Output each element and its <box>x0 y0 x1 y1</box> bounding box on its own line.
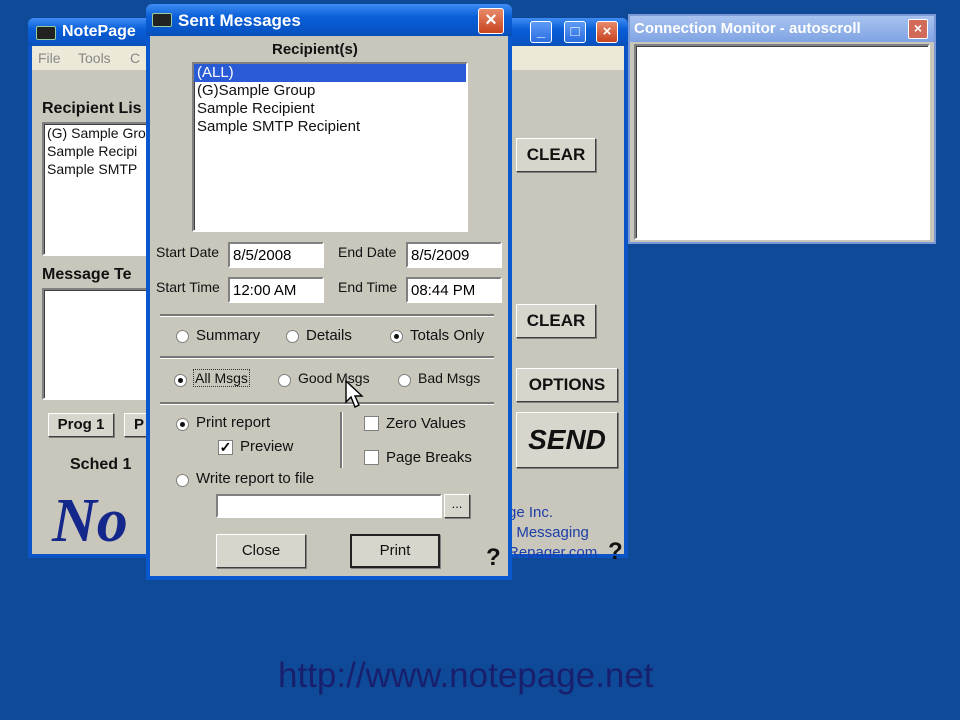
end-time-field[interactable]: 08:44 PM <box>406 277 502 303</box>
bad-msgs-label[interactable]: Bad Msgs <box>418 370 480 386</box>
print-button[interactable]: Print <box>350 534 440 568</box>
sent-messages-dialog: Sent Messages × Recipient(s) (ALL) (G)Sa… <box>146 4 512 580</box>
menu-tools[interactable]: Tools <box>78 50 111 66</box>
all-msgs-label[interactable]: All Msgs <box>193 369 250 387</box>
recipients-label: Recipient(s) <box>272 41 358 58</box>
preview-checkbox[interactable]: ✓ <box>218 440 233 455</box>
app-icon <box>36 26 56 40</box>
sched-label: Sched 1 <box>70 456 132 473</box>
end-date-label: End Date <box>338 244 397 260</box>
list-item[interactable]: Sample SMTP <box>44 160 154 178</box>
notepage-logo: No <box>52 487 128 555</box>
start-date-label: Start Date <box>156 244 220 260</box>
page-breaks-label[interactable]: Page Breaks <box>386 449 472 466</box>
summary-radio[interactable] <box>176 330 189 343</box>
print-report-label[interactable]: Print report <box>196 414 270 431</box>
list-item[interactable]: (G) Sample Gro <box>44 124 154 142</box>
zero-values-label[interactable]: Zero Values <box>386 415 466 432</box>
window-title: NotePage <box>62 23 136 40</box>
bad-msgs-radio[interactable] <box>398 374 411 387</box>
notepage-help-icon[interactable]: ? <box>608 538 623 566</box>
dialog-icon <box>152 13 172 27</box>
details-label[interactable]: Details <box>306 327 352 344</box>
close-button[interactable]: Close <box>216 534 306 568</box>
company-name: ge Inc. <box>508 504 554 521</box>
list-item[interactable]: Sample Recipient <box>194 100 466 118</box>
menu-c[interactable]: C <box>130 50 140 66</box>
start-time-field[interactable]: 12:00 AM <box>228 277 324 303</box>
list-item-selected[interactable]: (ALL) <box>194 64 466 82</box>
list-item[interactable]: Sample SMTP Recipient <box>194 118 466 136</box>
menu-file[interactable]: File <box>38 50 61 66</box>
summary-label[interactable]: Summary <box>196 327 260 344</box>
end-date-field[interactable]: 8/5/2009 <box>406 242 502 268</box>
sent-messages-client: Recipient(s) (ALL) (G)Sample Group Sampl… <box>150 36 508 576</box>
prog1-button[interactable]: Prog 1 <box>48 413 114 437</box>
message-text-area[interactable] <box>42 288 156 400</box>
options-button[interactable]: OPTIONS <box>516 368 618 402</box>
help-icon[interactable]: ? <box>486 544 501 572</box>
footer-url: http://www.notepage.net <box>278 656 654 695</box>
totals-only-label[interactable]: Totals Only <box>410 327 484 344</box>
sent-messages-titlebar[interactable]: Sent Messages × <box>146 4 512 36</box>
company-tagline: t Messaging <box>508 524 589 541</box>
maximize-icon[interactable]: □ <box>564 21 586 43</box>
close-icon[interactable]: × <box>596 21 618 43</box>
print-report-radio[interactable] <box>176 418 189 431</box>
recipient-list[interactable]: (G) Sample Gro Sample Recipi Sample SMTP <box>42 122 156 256</box>
clear-message-button[interactable]: CLEAR <box>516 304 596 338</box>
page-breaks-checkbox[interactable] <box>364 450 379 465</box>
preview-label[interactable]: Preview <box>240 438 293 455</box>
minimize-icon[interactable]: _ <box>530 21 552 43</box>
dialog-title: Sent Messages <box>178 11 301 30</box>
end-time-label: End Time <box>338 279 398 295</box>
details-radio[interactable] <box>286 330 299 343</box>
write-report-radio[interactable] <box>176 474 189 487</box>
company-website: Repager.com <box>508 544 598 561</box>
connection-monitor-window: Connection Monitor - autoscroll × <box>628 14 936 244</box>
separator <box>160 402 494 405</box>
connection-monitor-titlebar[interactable]: Connection Monitor - autoscroll × <box>630 16 934 42</box>
good-msgs-radio[interactable] <box>278 374 291 387</box>
zero-values-checkbox[interactable] <box>364 416 379 431</box>
recipient-list-label: Recipient Lis <box>42 100 142 117</box>
all-msgs-radio[interactable] <box>174 374 187 387</box>
close-icon[interactable]: × <box>908 19 928 39</box>
recipients-list[interactable]: (ALL) (G)Sample Group Sample Recipient S… <box>192 62 468 232</box>
write-report-label[interactable]: Write report to file <box>196 470 314 487</box>
vertical-separator <box>340 412 343 468</box>
clear-recipients-button[interactable]: CLEAR <box>516 138 596 172</box>
list-item[interactable]: (G)Sample Group <box>194 82 466 100</box>
message-text-label: Message Te <box>42 266 132 283</box>
connection-monitor-title: Connection Monitor - autoscroll <box>634 20 861 37</box>
close-icon[interactable]: × <box>478 8 504 34</box>
mouse-cursor-icon <box>345 380 364 408</box>
list-item[interactable]: Sample Recipi <box>44 142 154 160</box>
start-time-label: Start Time <box>156 279 220 295</box>
connection-log[interactable] <box>634 44 930 240</box>
separator <box>160 356 494 359</box>
browse-button[interactable]: ... <box>444 494 470 518</box>
totals-only-radio[interactable] <box>390 330 403 343</box>
send-button[interactable]: SEND <box>516 412 618 468</box>
separator <box>160 314 494 317</box>
start-date-field[interactable]: 8/5/2008 <box>228 242 324 268</box>
report-file-path-input[interactable] <box>216 494 442 518</box>
